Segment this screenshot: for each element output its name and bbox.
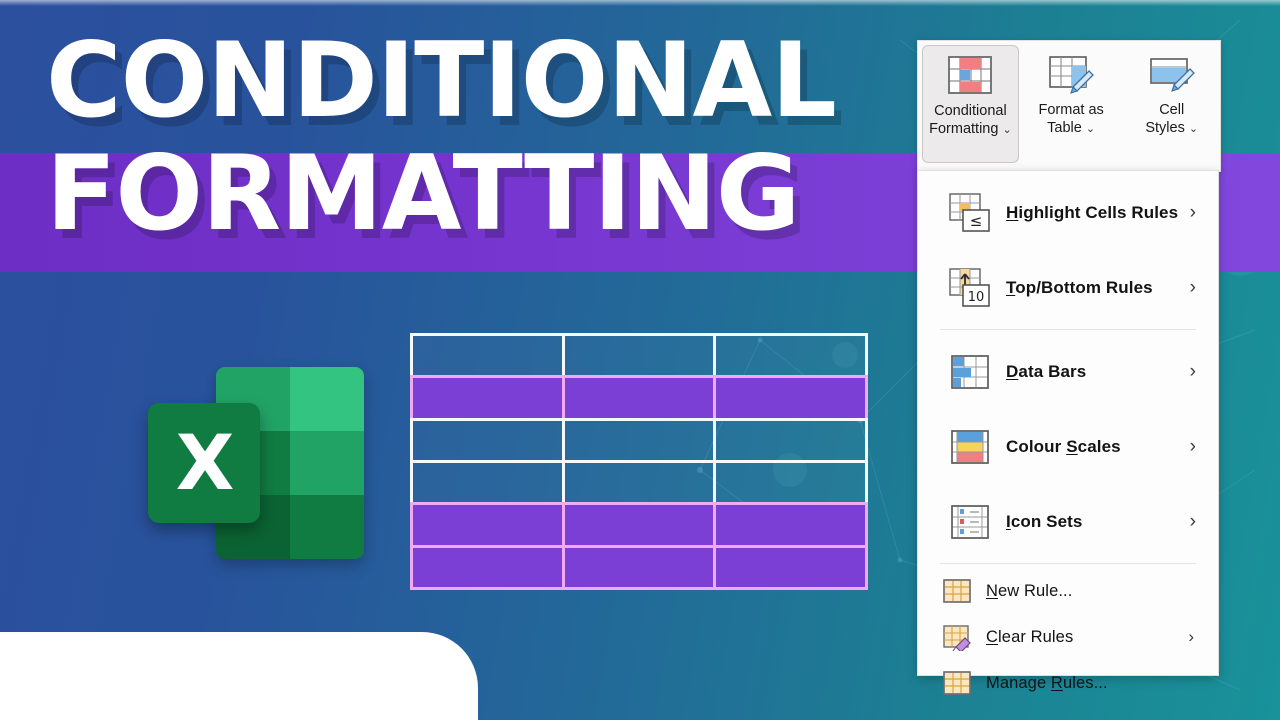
menu-item-highlight-cells-rules[interactable]: ≤ Highlight Cells Rules › [918,175,1218,250]
screenshot-canvas: CONDITIONAL FORMATTING X Conditional For… [0,0,1280,720]
title-line-2: FORMATTING [46,133,800,254]
excel-ribbon-styles-group: Conditional Formatting ⌄ Format as Table… [917,40,1221,172]
rb2-line2: Styles [1145,119,1185,136]
clear-rules-icon [940,623,974,651]
table-row-highlighted [410,502,868,545]
conditional-formatting-dropdown-menu: ≤ Highlight Cells Rules › 10 Top/Bottom … [917,170,1219,695]
format-as-table-button-label: Format as Table ⌄ [1039,102,1104,137]
rb1-line1: Format as [1038,102,1104,118]
menu-item-label: Top/Bottom Rules [1006,277,1153,297]
menu-item-label: Clear Rules [986,627,1074,646]
table-row-highlighted [410,544,868,590]
white-corner-shape [0,632,478,720]
highlight-cells-rules-icon: ≤ [948,192,992,233]
menu-item-colour-scales[interactable]: Colour Scales › [918,409,1218,484]
menu-item-label: Highlight Cells Rules [1006,202,1179,222]
menu-item-top-bottom-rules[interactable]: 10 Top/Bottom Rules › [918,250,1218,325]
excel-x-tile: X [148,403,260,523]
menu-item-data-bars[interactable]: Data Bars › [918,334,1218,409]
menu-item-label: Manage Rules... [986,673,1108,692]
chevron-down-icon[interactable]: ⌄ [1086,123,1095,135]
rb1-line2: Table [1047,119,1082,136]
icon-sets-icon [948,502,992,542]
format-as-table-icon [1048,52,1095,96]
chevron-down-icon[interactable]: ⌄ [1189,123,1198,135]
svg-text:≤: ≤ [970,212,983,230]
menu-item-manage-rules[interactable]: Manage Rules... [918,660,1218,706]
cell-styles-button-label: Cell Styles ⌄ [1145,102,1198,137]
excel-x-letter: X [175,418,235,507]
table-row [410,333,868,376]
chevron-right-icon: › [1189,510,1196,532]
page-title: CONDITIONAL FORMATTING [46,21,926,254]
cell-styles-button[interactable]: Cell Styles ⌄ [1123,45,1220,163]
colour-scales-icon [948,427,992,467]
conditional-formatting-icon [947,53,993,97]
rb2-line1: Cell [1159,102,1185,118]
new-rule-icon [940,577,974,605]
cell-styles-icon [1149,52,1195,96]
table-row [410,417,868,460]
menu-separator [940,563,1196,564]
chevron-right-icon: › [1188,627,1194,646]
chevron-right-icon: › [1189,201,1196,223]
chevron-right-icon: › [1189,360,1196,382]
conditional-formatting-button[interactable]: Conditional Formatting ⌄ [922,45,1019,163]
chevron-right-icon: › [1189,435,1196,457]
chevron-down-icon[interactable]: ⌄ [1002,124,1011,136]
excel-logo: X [148,365,368,561]
rb0-line2: Formatting [929,120,999,137]
menu-item-clear-rules[interactable]: Clear Rules › [918,614,1218,660]
conditional-formatting-table-graphic [410,333,868,590]
menu-item-icon-sets[interactable]: Icon Sets › [918,484,1218,559]
format-as-table-button[interactable]: Format as Table ⌄ [1023,45,1120,163]
table-row-highlighted [410,375,868,418]
data-bars-icon [948,352,992,392]
menu-separator [940,329,1196,330]
table-row [410,459,868,503]
chevron-right-icon: › [1189,276,1196,298]
top-edge-highlight [0,0,1280,6]
menu-item-label: Colour Scales [1006,436,1121,456]
svg-text:10: 10 [968,290,985,305]
conditional-formatting-button-label: Conditional Formatting ⌄ [929,103,1012,138]
top-bottom-rules-icon: 10 [948,267,992,308]
title-line-1: CONDITIONAL [46,21,837,141]
menu-item-label: New Rule... [986,581,1073,600]
manage-rules-icon [940,669,974,697]
menu-item-new-rule[interactable]: New Rule... [918,568,1218,614]
rb0-line1: Conditional [934,103,1007,119]
menu-item-label: Data Bars [1006,361,1087,381]
menu-item-label: Icon Sets [1006,511,1083,531]
